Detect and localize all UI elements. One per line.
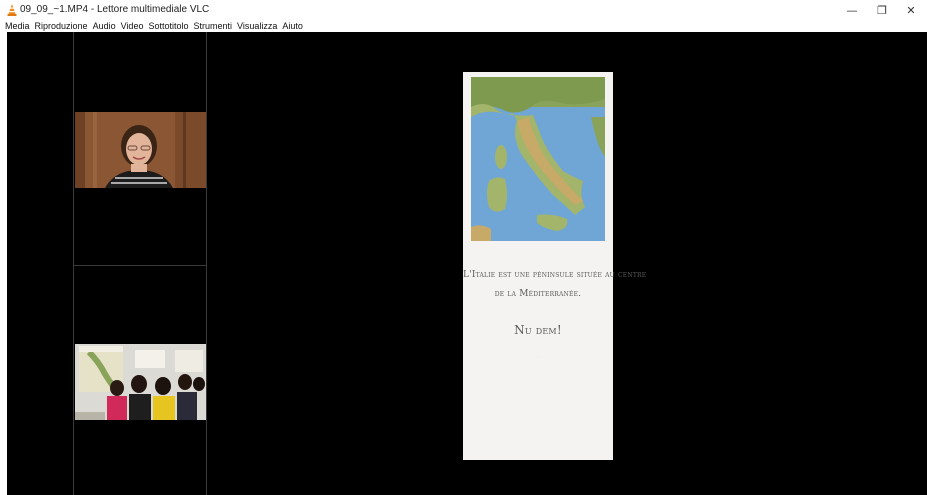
participant-image xyxy=(75,112,206,188)
menu-visualizza[interactable]: Visualizza xyxy=(237,20,277,32)
menu-video[interactable]: Video xyxy=(121,20,144,32)
minimize-button[interactable]: — xyxy=(840,2,864,18)
divider xyxy=(73,265,207,266)
vlc-cone-icon xyxy=(7,4,17,16)
menu-audio[interactable]: Audio xyxy=(93,20,116,32)
menu-riproduzione[interactable]: Riproduzione xyxy=(35,20,88,32)
menu-aiuto[interactable]: Aiuto xyxy=(282,20,303,32)
menu-bar: Media Riproduzione Audio Video Sottotito… xyxy=(0,20,927,32)
participant-video-2 xyxy=(75,344,206,420)
participant-video-1 xyxy=(75,112,206,188)
menu-strumenti[interactable]: Strumenti xyxy=(193,20,232,32)
slide-text-line-1: L'Italie est une péninsule située au cen… xyxy=(463,270,647,280)
slide-text-line-3: Nu dem! xyxy=(514,323,562,337)
classroom-image xyxy=(75,344,206,420)
close-button[interactable]: ✕ xyxy=(899,2,923,18)
video-display[interactable]: L'Italie est une péninsule située au cen… xyxy=(7,32,927,495)
italy-map-icon xyxy=(471,77,605,241)
divider xyxy=(206,32,207,495)
divider xyxy=(73,32,74,495)
window-title: 09_09_~1.MP4 - Lettore multimediale VLC xyxy=(20,4,210,15)
shared-slide: L'Italie est une péninsule située au cen… xyxy=(463,72,647,460)
restore-button[interactable]: ❐ xyxy=(870,2,894,18)
menu-sottotitolo[interactable]: Sottotitolo xyxy=(148,20,188,32)
menu-media[interactable]: Media xyxy=(5,20,30,32)
slide-text-line-2: de la Méditerranée. xyxy=(494,289,582,299)
slide-footer-text: ... xyxy=(536,354,540,358)
title-bar: 09_09_~1.MP4 - Lettore multimediale VLC … xyxy=(0,0,927,20)
